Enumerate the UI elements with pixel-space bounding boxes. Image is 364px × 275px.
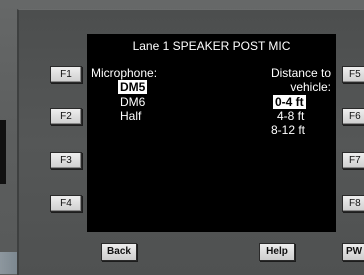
microphone-option-dm5[interactable]: DM5 [118,80,148,94]
f7-key[interactable]: F7 [342,152,364,169]
device-panel: F1 F2 F3 F4 F5 F6 F7 F8 Back Help PW Lan… [0,0,364,275]
distance-option-8-12[interactable]: 8-12 ft [271,124,305,137]
distance-option-0-4[interactable]: 0-4 ft [273,95,306,109]
f4-key[interactable]: F4 [50,195,82,212]
screen-title: Lane 1 SPEAKER POST MIC [132,39,291,53]
help-button[interactable]: Help [259,243,295,261]
f2-key[interactable]: F2 [50,108,82,125]
f5-key[interactable]: F5 [342,66,364,83]
microphone-option-dm6[interactable]: DM6 [120,96,145,109]
back-button[interactable]: Back [101,243,137,261]
f8-key[interactable]: F8 [342,195,364,212]
microphone-label: Microphone: [91,66,158,80]
power-button[interactable]: PW [342,243,364,261]
left-slot [0,120,6,184]
f1-key[interactable]: F1 [50,66,82,83]
microphone-option-half[interactable]: Half [120,110,141,123]
distance-option-4-8[interactable]: 4-8 ft [277,110,304,123]
f3-key[interactable]: F3 [50,152,82,169]
lcd-screen: Lane 1 SPEAKER POST MIC Microphone: DM5 … [87,34,336,232]
distance-label-line2: vehicle: [290,80,331,94]
f6-key[interactable]: F6 [342,108,364,125]
distance-label: Distance to [270,66,331,80]
